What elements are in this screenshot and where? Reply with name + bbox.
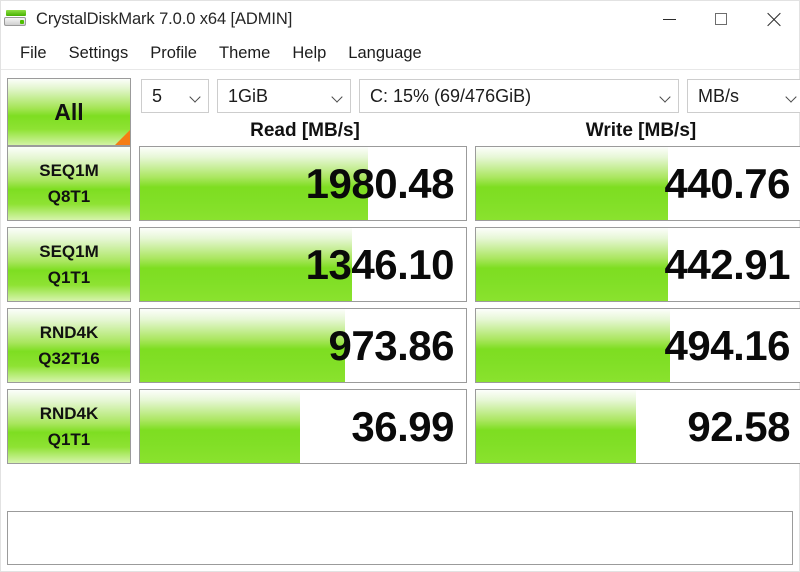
read-score-bar <box>140 309 346 382</box>
write-score-value: 494.16 <box>664 321 791 369</box>
run-all-button[interactable]: All <box>7 78 131 146</box>
menu-item-file[interactable]: File <box>9 42 58 65</box>
menu-bar: File Settings Profile Theme Help Languag… <box>1 37 799 70</box>
test-size-value: 1GiB <box>228 85 269 106</box>
table-row: RND4K Q1T1 36.99 92.58 <box>7 389 800 464</box>
chevron-down-icon <box>786 91 797 102</box>
test-count-select[interactable]: 5 <box>141 79 209 113</box>
read-score-cell: 973.86 <box>139 308 467 383</box>
chevron-down-icon <box>190 91 201 102</box>
close-button[interactable] <box>747 1 799 37</box>
maximize-icon <box>715 13 727 25</box>
menu-item-help[interactable]: Help <box>281 42 337 65</box>
test-button-seq1m-q1t1[interactable]: SEQ1M Q1T1 <box>7 227 131 302</box>
test-button-rnd4k-q32t16[interactable]: RND4K Q32T16 <box>7 308 131 383</box>
test-label-line2: Q8T1 <box>47 186 91 206</box>
read-score-bar <box>140 390 300 463</box>
run-all-label: All <box>54 98 84 125</box>
menu-item-language[interactable]: Language <box>337 42 432 65</box>
table-row: RND4K Q32T16 973.86 494.16 <box>7 308 800 383</box>
write-score-bar <box>476 390 636 463</box>
read-score-value: 1980.48 <box>305 159 455 207</box>
test-button-rnd4k-q1t1[interactable]: RND4K Q1T1 <box>7 389 131 464</box>
results-table: SEQ1M Q8T1 1980.48 440.76 SEQ1M Q1T1 134… <box>1 146 800 509</box>
write-score-cell: 92.58 <box>475 389 800 464</box>
read-score-cell: 36.99 <box>139 389 467 464</box>
test-label-line1: RND4K <box>39 404 99 423</box>
unit-select[interactable]: MB/s <box>687 79 800 113</box>
read-score-value: 1346.10 <box>305 240 455 288</box>
settings-row: 5 1GiB C: 15% (69/476GiB) MB/s <box>141 78 800 114</box>
minimize-icon <box>662 18 676 20</box>
menu-item-theme[interactable]: Theme <box>208 42 281 65</box>
test-button-seq1m-q8t1[interactable]: SEQ1M Q8T1 <box>7 146 131 221</box>
read-score-cell: 1346.10 <box>139 227 467 302</box>
unit-value: MB/s <box>698 85 740 106</box>
test-label-line2: Q1T1 <box>47 429 91 449</box>
target-drive-value: C: 15% (69/476GiB) <box>370 85 532 106</box>
corner-marker-icon <box>115 130 130 145</box>
write-score-value: 442.91 <box>664 240 791 288</box>
chevron-down-icon <box>660 91 671 102</box>
target-drive-select[interactable]: C: 15% (69/476GiB) <box>359 79 679 113</box>
write-score-cell: 440.76 <box>475 146 800 221</box>
test-label-line1: RND4K <box>39 323 99 342</box>
test-label-line1: SEQ1M <box>39 161 99 180</box>
write-score-bar <box>476 228 669 301</box>
column-headers: Read [MB/s] Write [MB/s] <box>141 116 800 146</box>
menu-item-profile[interactable]: Profile <box>139 42 208 65</box>
chevron-down-icon <box>332 91 343 102</box>
disk-drive-icon <box>3 6 29 32</box>
write-score-bar <box>476 309 670 382</box>
table-row: SEQ1M Q8T1 1980.48 440.76 <box>7 146 800 221</box>
maximize-button[interactable] <box>695 1 747 37</box>
read-score-cell: 1980.48 <box>139 146 467 221</box>
test-label-line2: Q1T1 <box>47 267 91 287</box>
menu-item-settings[interactable]: Settings <box>58 42 140 65</box>
write-score-bar <box>476 147 669 220</box>
crystaldiskmark-window: CrystalDiskMark 7.0.0 x64 [ADMIN] File S… <box>0 0 800 572</box>
minimize-button[interactable] <box>643 1 695 37</box>
comment-input[interactable] <box>7 511 793 565</box>
write-column-header: Write [MB/s] <box>585 120 697 141</box>
window-title: CrystalDiskMark 7.0.0 x64 [ADMIN] <box>36 9 293 28</box>
title-bar: CrystalDiskMark 7.0.0 x64 [ADMIN] <box>1 1 799 37</box>
test-count-value: 5 <box>152 85 163 106</box>
toolbar: All 5 1GiB C: 15% (69/476GiB) MB/s Read … <box>1 70 800 146</box>
table-row: SEQ1M Q1T1 1346.10 442.91 <box>7 227 800 302</box>
read-score-value: 36.99 <box>351 402 454 450</box>
toolbar-controls: 5 1GiB C: 15% (69/476GiB) MB/s Read [MB/… <box>141 78 800 146</box>
read-score-value: 973.86 <box>328 321 455 369</box>
window-controls <box>643 1 799 37</box>
write-score-cell: 494.16 <box>475 308 800 383</box>
read-column-header: Read [MB/s] <box>250 120 360 141</box>
write-score-value: 440.76 <box>664 159 791 207</box>
test-label-line1: SEQ1M <box>39 242 99 261</box>
test-label-line2: Q32T16 <box>38 348 100 368</box>
test-size-select[interactable]: 1GiB <box>217 79 351 113</box>
write-score-value: 92.58 <box>687 402 790 450</box>
close-icon <box>766 12 781 27</box>
write-score-cell: 442.91 <box>475 227 800 302</box>
